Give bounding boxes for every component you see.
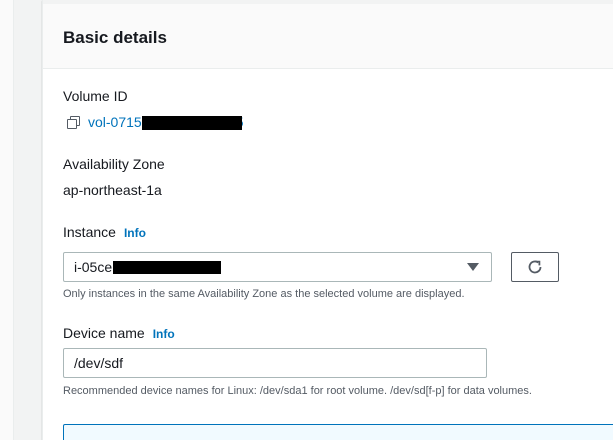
copy-icon[interactable] [67,115,80,129]
instance-info-link[interactable]: Info [124,226,146,240]
device-name-label-row: Device name Info [63,325,175,341]
caret-down-icon [467,263,479,271]
volume-id-link[interactable]: vol-0715 [88,113,242,131]
device-name-label: Device name [63,325,145,341]
availability-zone-value: ap-northeast-1a [63,182,162,198]
device-name-input[interactable] [63,348,487,378]
panel-title: Basic details [63,28,167,47]
instance-select-value: i-05ce [74,259,113,275]
volume-id-value-prefix: vol-0715 [88,113,142,130]
refresh-icon [528,260,542,274]
instance-hint: Only instances in the same Availability … [63,288,465,300]
availability-zone-label: Availability Zone [63,156,165,172]
instance-label-row: Instance Info [63,224,146,240]
refresh-button[interactable] [511,252,559,282]
basic-details-panel: Basic details Volume ID vol-0715 5 Avail… [42,0,613,440]
page: Basic details Volume ID vol-0715 5 Avail… [0,0,613,440]
panel-header: Basic details [43,0,613,69]
instance-label: Instance [63,224,116,240]
volume-id-row: vol-0715 5 [67,113,244,131]
device-name-info-link[interactable]: Info [153,327,175,341]
redaction-bar [141,116,242,131]
info-alert [63,424,613,440]
device-name-hint: Recommended device names for Linux: /dev… [63,385,532,397]
redaction-bar [113,260,222,274]
volume-id-label: Volume ID [63,88,128,104]
instance-select[interactable]: i-05ce [63,252,492,282]
left-gutter [0,0,14,440]
